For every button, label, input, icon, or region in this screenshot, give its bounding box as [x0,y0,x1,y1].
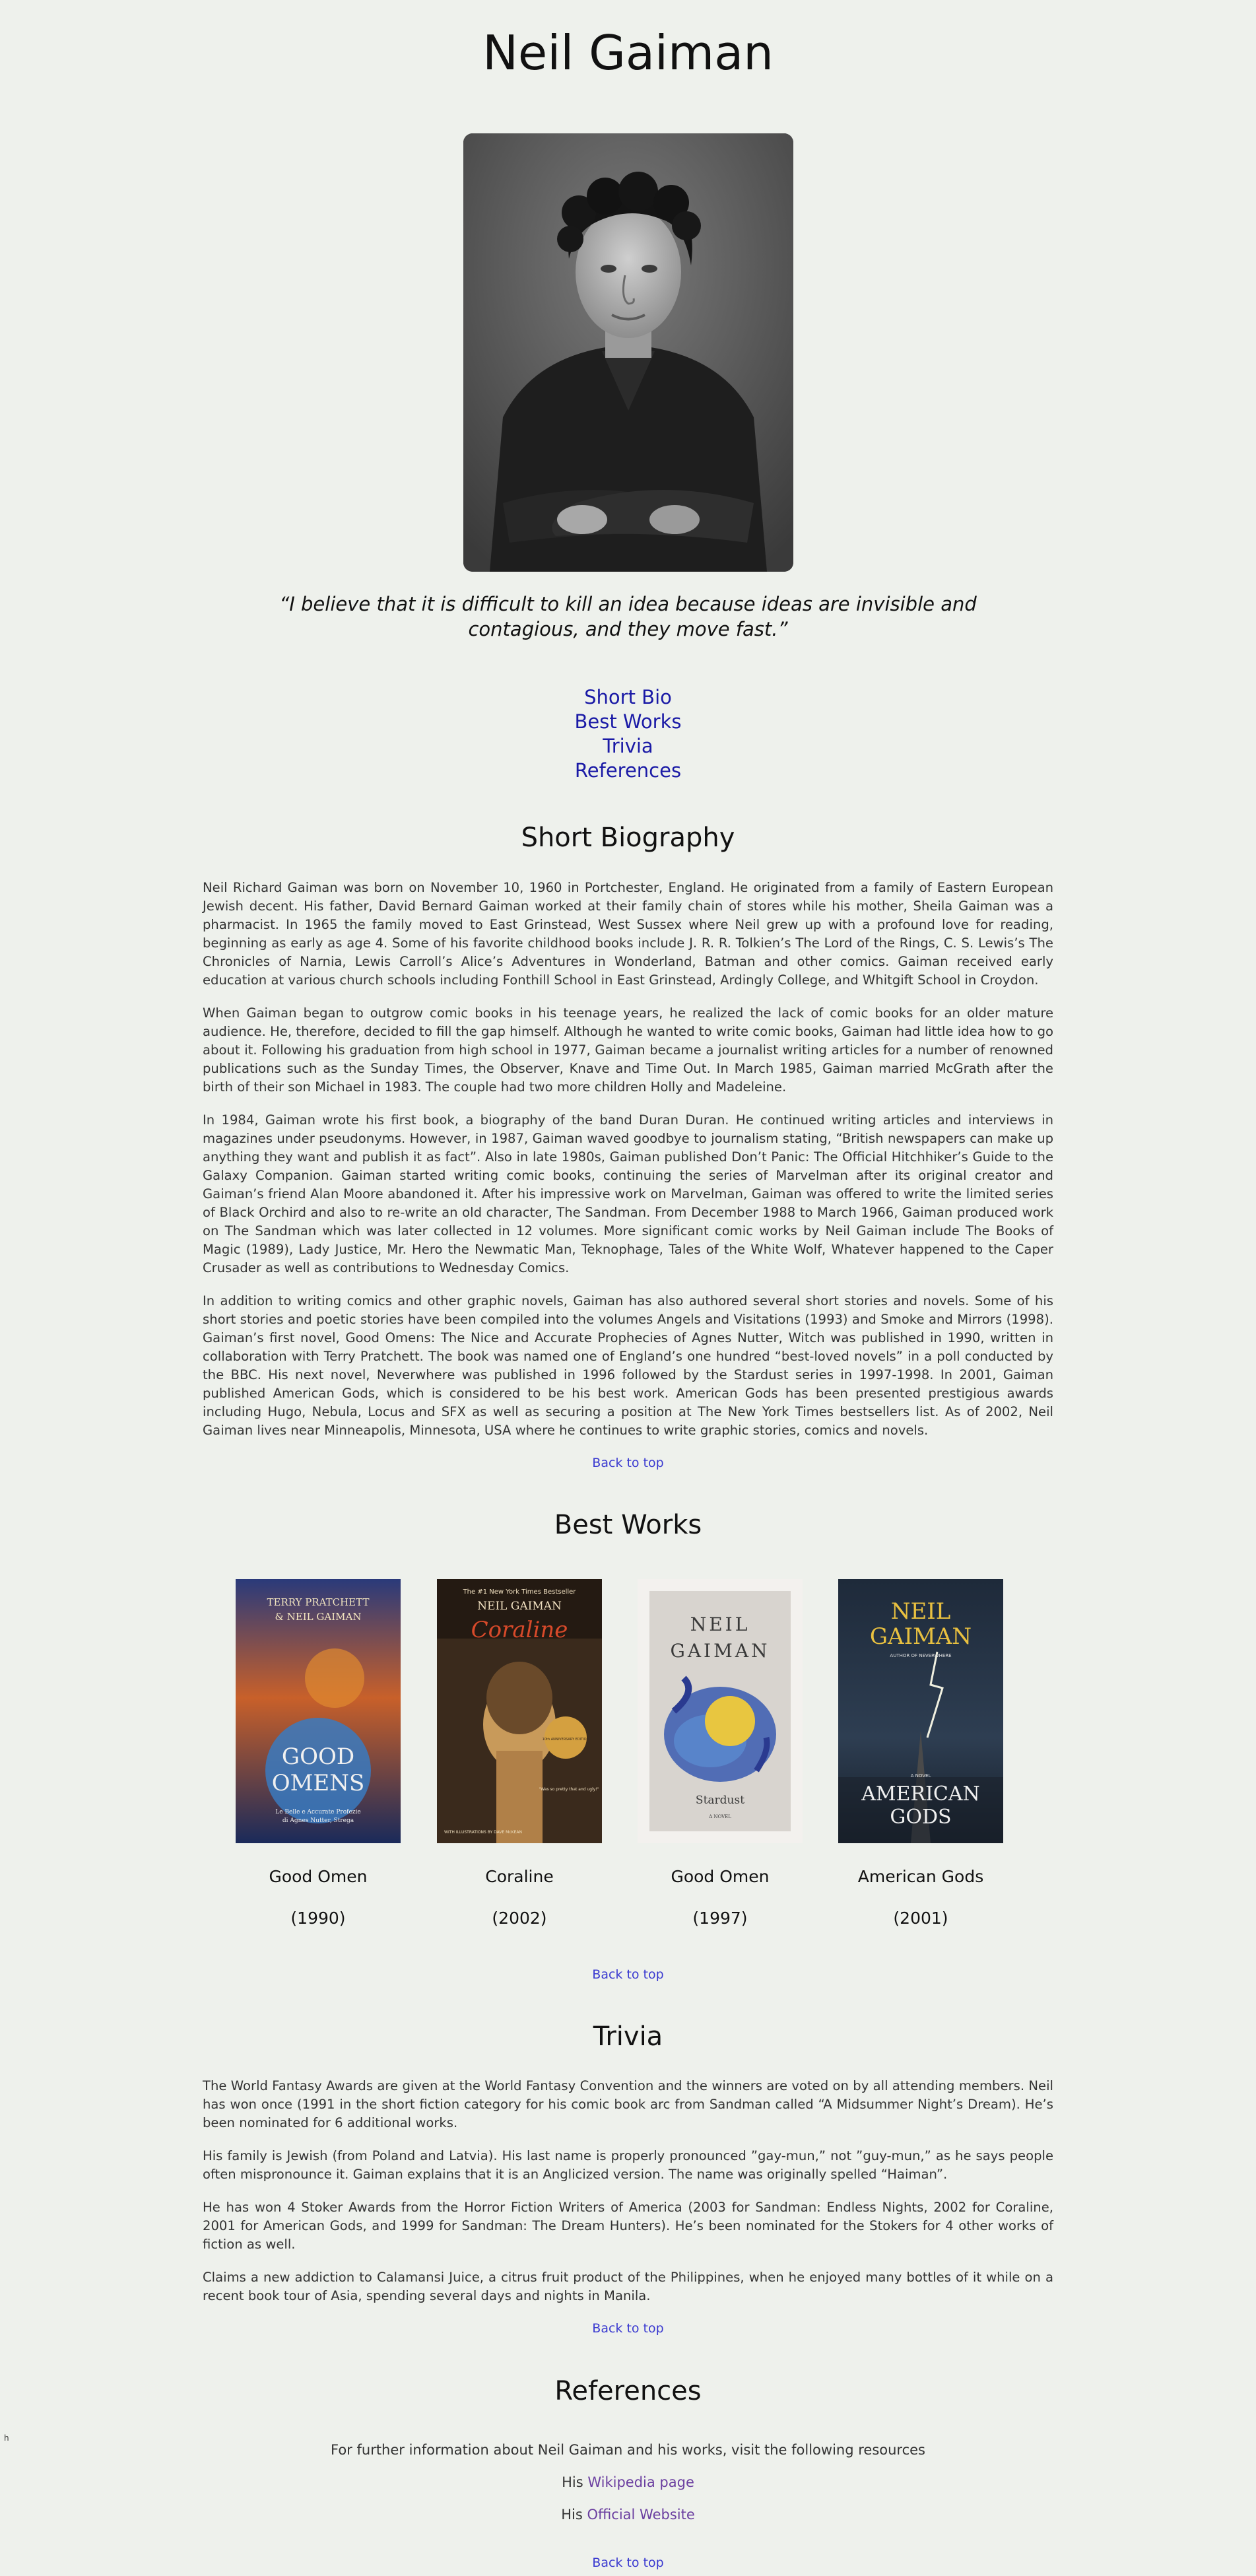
cover-text: OMENS [272,1770,365,1796]
table-of-contents: Short Bio Best Works Trivia References [0,685,1256,783]
references-intro: For further information about Neil Gaima… [0,2442,1256,2458]
cover-text: A NOVEL [708,1814,731,1819]
book-year: (2001) [893,1909,948,1928]
book-cover-american-gods[interactable]: NEIL GAIMAN AUTHOR OF NEVERWHERE A NOVEL… [838,1579,1003,1843]
cover-text: AMERICAN [861,1782,980,1806]
back-to-top-link[interactable]: Back to top [0,2321,1256,2336]
back-to-top-link[interactable]: Back to top [0,2556,1256,2570]
trivia-paragraph: His family is Jewish (from Poland and La… [203,2148,1053,2182]
book-title: Coraline [485,1867,554,1886]
trivia-paragraph: He has won 4 Stoker Awards from the Horr… [203,2200,1053,2252]
cover-text: AUTHOR OF NEVERWHERE [890,1653,951,1658]
cover-text: GODS [890,1806,951,1829]
nav-link-references[interactable]: References [0,759,1256,783]
biography-section: Neil Richard Gaiman was born on November… [203,879,1053,1454]
cover-text: NEIL [690,1613,750,1635]
section-heading-best-works: Best Works [554,1510,702,1540]
reference-item-official-site: His Official Website [0,2507,1256,2523]
cover-text: GAIMAN [670,1640,770,1662]
cover-text: di Agnes Nutter, Strega [282,1817,354,1824]
trivia-paragraph: Claims a new addiction to Calamansi Juic… [203,2270,1053,2303]
references-intro-text: For further information about Neil Gaima… [331,2442,925,2458]
author-quote: “I believe that it is difficult to kill … [279,593,977,640]
book-card: NEIL GAIMAN AUTHOR OF NEVERWHERE A NOVEL… [838,1579,1003,1928]
trivia-paragraph: The World Fantasy Awards are given at th… [203,2078,1053,2130]
nav-link-trivia[interactable]: Trivia [0,734,1256,759]
book-cover-good-omens[interactable]: TERRY PRATCHETT & NEIL GAIMAN GOOD OMENS… [236,1579,401,1843]
cover-text: TERRY PRATCHETT [267,1596,370,1608]
book-title: Good Omen [671,1867,770,1886]
nav-link-short-bio[interactable]: Short Bio [0,685,1256,710]
book-card: TERRY PRATCHETT & NEIL GAIMAN GOOD OMENS… [236,1579,401,1928]
page-title: Neil Gaiman [482,25,774,81]
cover-text: A NOVEL [911,1773,931,1779]
book-card: NEIL GAIMAN Stardust A NOVEL Good Omen (… [638,1579,803,1928]
book-title: Good Omen [269,1867,368,1886]
reference-prefix: His [562,2474,588,2490]
section-heading-references: References [554,2376,702,2406]
cover-text: & NEIL GAIMAN [275,1611,362,1623]
reference-item-wikipedia: His Wikipedia page [0,2474,1256,2490]
cover-text: 10th ANNIVERSARY EDITION [543,1738,589,1742]
book-year: (1990) [290,1909,346,1928]
book-year: (2002) [492,1909,547,1928]
section-heading-short-biography: Short Biography [521,823,735,853]
back-to-top-link[interactable]: Back to top [0,1967,1256,1982]
author-portrait [463,133,793,572]
trivia-section: The World Fantasy Awards are given at th… [203,2077,1053,2320]
book-cover-coraline[interactable]: The #1 New York Times Bestseller NEIL GA… [437,1579,602,1843]
nav-link-best-works[interactable]: Best Works [0,710,1256,734]
bio-paragraph: In 1984, Gaiman wrote his first book, a … [203,1112,1053,1275]
stray-character: h [4,2433,9,2443]
cover-text: Le Belle e Accurate Profezie [275,1809,360,1815]
cover-text: GOOD [282,1744,354,1770]
cover-text: WITH ILLUSTRATIONS BY DAVE McKEAN [444,1830,522,1835]
cover-text: GAIMAN [870,1623,972,1650]
back-to-top-link[interactable]: Back to top [0,1456,1256,1470]
book-year: (1997) [692,1909,748,1928]
book-title: American Gods [857,1867,984,1886]
cover-text: NEIL [891,1598,951,1625]
cover-text: Coraline [471,1617,568,1643]
book-card: The #1 New York Times Bestseller NEIL GA… [437,1579,602,1928]
official-website-link[interactable]: Official Website [587,2507,694,2523]
bio-paragraph: When Gaiman began to outgrow comic books… [203,1005,1053,1095]
cover-text: The #1 New York Times Bestseller [463,1588,577,1596]
cover-text: NEIL GAIMAN [477,1600,562,1613]
section-heading-trivia: Trivia [593,2021,663,2052]
reference-prefix: His [561,2507,587,2523]
cover-text: "Was so pretty that and ugly!" [539,1787,599,1792]
wikipedia-link[interactable]: Wikipedia page [587,2474,694,2490]
bio-paragraph: In addition to writing comics and other … [203,1293,1053,1438]
book-cover-stardust[interactable]: NEIL GAIMAN Stardust A NOVEL [638,1579,803,1843]
cover-text: Stardust [696,1794,744,1807]
bio-paragraph: Neil Richard Gaiman was born on November… [203,880,1053,988]
